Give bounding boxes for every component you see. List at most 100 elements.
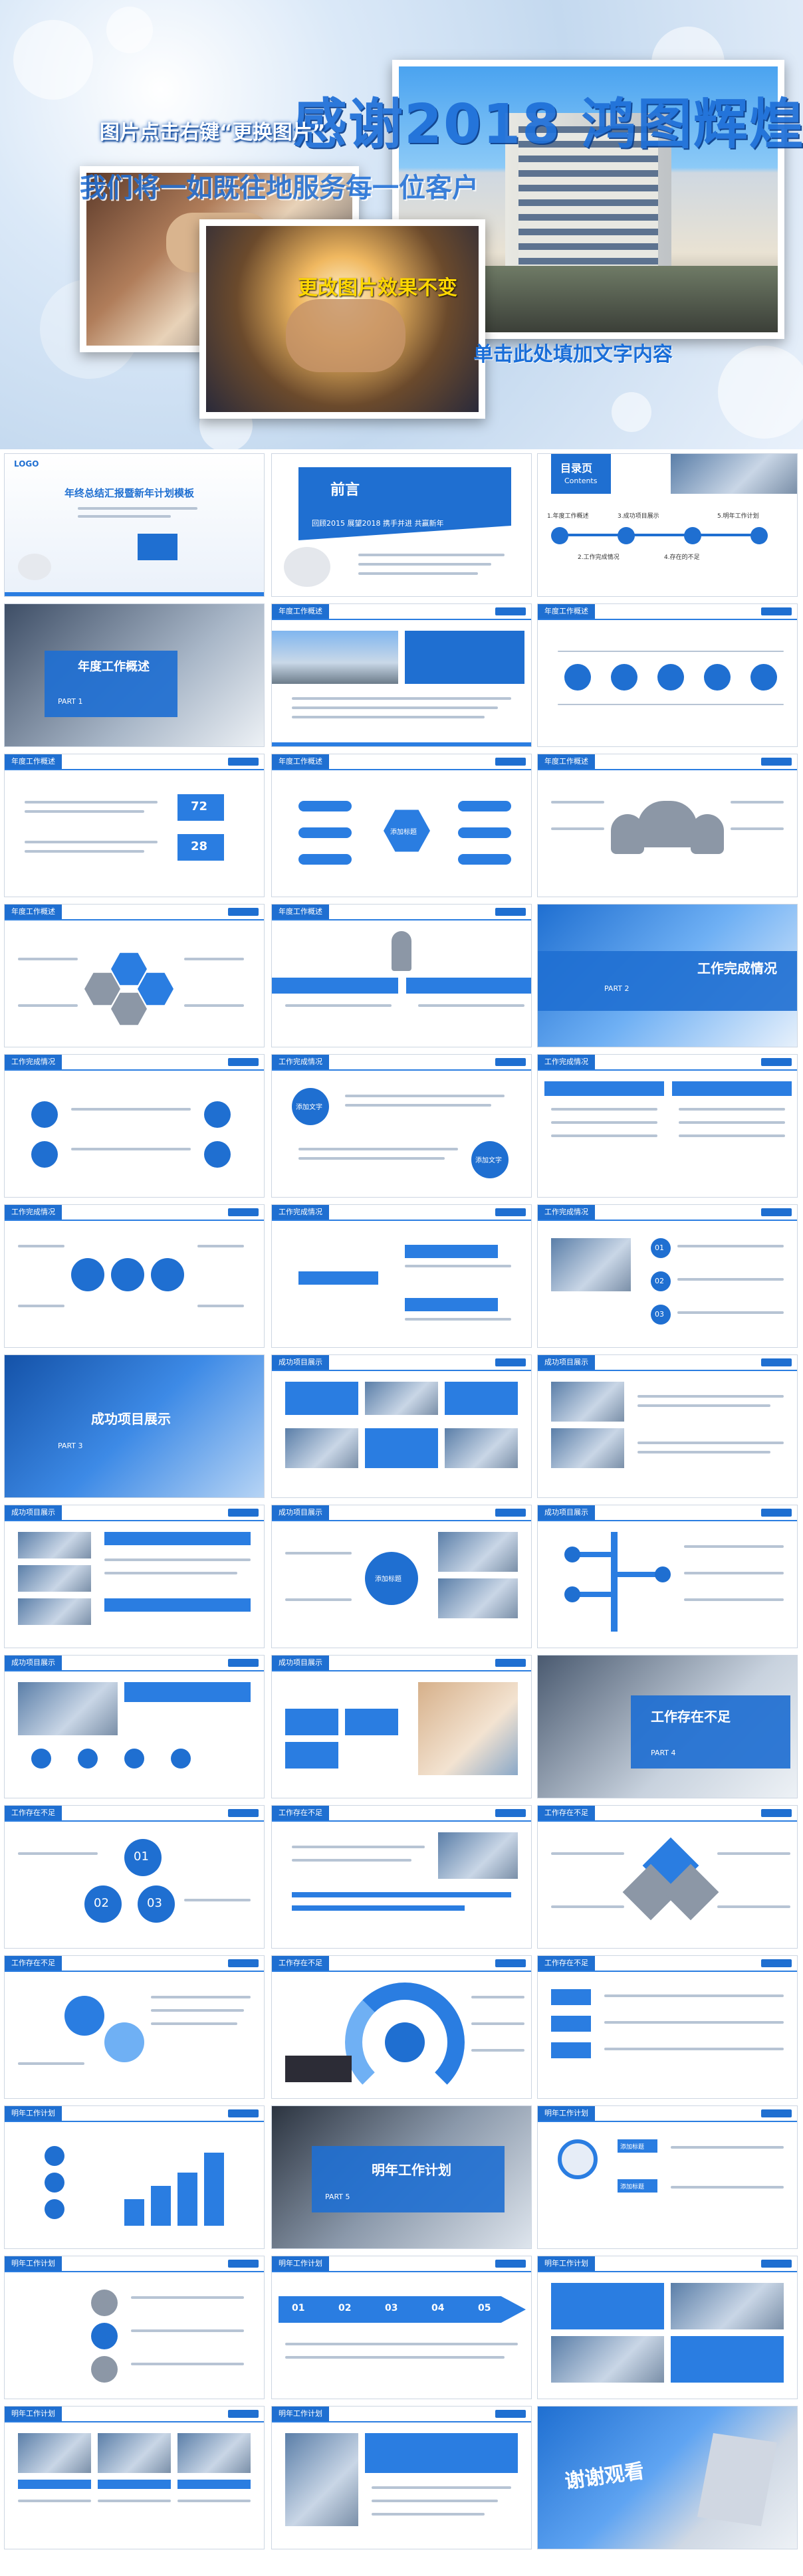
hero-title: 感谢2018 鸿图辉煌 bbox=[292, 93, 803, 156]
contents-item-4: 4.存在的不足 bbox=[664, 554, 700, 561]
done-d-tag: 工作完成情况 bbox=[5, 1205, 62, 1220]
slide-done-d[interactable]: 工作完成情况 bbox=[4, 1204, 265, 1348]
contents-item-3: 3.成功项目展示 bbox=[618, 513, 659, 520]
short-a-02: 02 bbox=[94, 1896, 109, 1910]
short-b-tag: 工作存在不足 bbox=[272, 1806, 329, 1820]
contents-item-2: 2.工作完成情况 bbox=[578, 554, 620, 561]
hero-banner: 感谢2018 鸿图辉煌 图片点击右键“更换图片” 我们将一如既往地服务每一位客户… bbox=[0, 0, 803, 449]
overview-d-tag: 年度工作概述 bbox=[272, 754, 329, 769]
overview-b-tag: 年度工作概述 bbox=[538, 604, 595, 619]
hero-photo-team bbox=[199, 219, 485, 419]
plan-a-tag: 明年工作计划 bbox=[5, 2106, 62, 2121]
plan-d-tag: 明年工作计划 bbox=[272, 2256, 329, 2271]
percent-72: 72 bbox=[191, 800, 208, 813]
done-a-tag: 工作完成情况 bbox=[5, 1055, 62, 1069]
slide-part2[interactable]: 工作完成情况 PART 2 bbox=[537, 904, 798, 1047]
slide-short-e[interactable]: 工作存在不足 bbox=[271, 1955, 532, 2099]
part5-tag: PART 5 bbox=[325, 2193, 350, 2201]
contents-sub: Contents bbox=[564, 477, 598, 485]
slide-plan-f[interactable]: 明年工作计划 bbox=[4, 2406, 265, 2549]
slide-overview-c[interactable]: 年度工作概述 72 28 bbox=[4, 754, 265, 897]
part3-title: 成功项目展示 bbox=[91, 1411, 171, 1427]
slide-overview-a[interactable]: 年度工作概述 bbox=[271, 603, 532, 747]
done-f-03: 03 bbox=[655, 1310, 664, 1319]
slide-part4[interactable]: 工作存在不足 PART 4 bbox=[537, 1655, 798, 1798]
slide-projects-c[interactable]: 成功项目展示 bbox=[4, 1505, 265, 1648]
slide-preface[interactable]: 前言 回顾2015 展望2018 携手并进 共赢新年 bbox=[271, 453, 532, 597]
plan-d-step-3: 03 bbox=[385, 2303, 398, 2313]
hero-caption: 单击此处填加文字内容 bbox=[473, 343, 673, 366]
plan-b-add-title-2: 添加标题 bbox=[620, 2184, 645, 2191]
short-e-tag: 工作存在不足 bbox=[272, 1956, 329, 1971]
slide-plan-b[interactable]: 明年工作计划 添加标题 添加标题 bbox=[537, 2105, 798, 2249]
slide-overview-e[interactable]: 年度工作概述 bbox=[537, 754, 798, 897]
short-f-tag: 工作存在不足 bbox=[538, 1956, 595, 1971]
slide-short-f[interactable]: 工作存在不足 bbox=[537, 1955, 798, 2099]
slide-short-a[interactable]: 工作存在不足 01 02 03 bbox=[4, 1805, 265, 1949]
projects-b-tag: 成功项目展示 bbox=[538, 1355, 595, 1370]
slide-done-a[interactable]: 工作完成情况 bbox=[4, 1054, 265, 1198]
slide-plan-c[interactable]: 明年工作计划 bbox=[4, 2256, 265, 2399]
done-c-tag: 工作完成情况 bbox=[538, 1055, 595, 1069]
logo-text: LOGO bbox=[14, 459, 39, 469]
slide-done-e[interactable]: 工作完成情况 bbox=[271, 1204, 532, 1348]
projects-d-tag: 成功项目展示 bbox=[272, 1505, 329, 1520]
overview-g-tag: 年度工作概述 bbox=[272, 905, 329, 919]
plan-c-tag: 明年工作计划 bbox=[5, 2256, 62, 2271]
slide-part3[interactable]: 成功项目展示 PART 3 bbox=[4, 1354, 265, 1498]
overview-a-tag: 年度工作概述 bbox=[272, 604, 329, 619]
slide-part5[interactable]: 明年工作计划 PART 5 bbox=[271, 2105, 532, 2249]
slide-contents[interactable]: 目录页 Contents 1.年度工作概述 3.成功项目展示 5.明年工作计划 … bbox=[537, 453, 798, 597]
part4-title: 工作存在不足 bbox=[651, 1709, 731, 1725]
plan-e-tag: 明年工作计划 bbox=[538, 2256, 595, 2271]
slide-part1[interactable]: 年度工作概述 PART 1 bbox=[4, 603, 265, 747]
plan-b-tag: 明年工作计划 bbox=[538, 2106, 595, 2121]
slide-plan-d[interactable]: 明年工作计划 01 02 03 04 05 bbox=[271, 2256, 532, 2399]
slide-projects-a[interactable]: 成功项目展示 bbox=[271, 1354, 532, 1498]
part2-title: 工作完成情况 bbox=[697, 960, 777, 976]
plan-g-tag: 明年工作计划 bbox=[272, 2407, 329, 2421]
projects-f-tag: 成功项目展示 bbox=[5, 1656, 62, 1670]
short-a-tag: 工作存在不足 bbox=[5, 1806, 62, 1820]
slide-plan-e[interactable]: 明年工作计划 bbox=[537, 2256, 798, 2399]
slide-overview-f[interactable]: 年度工作概述 bbox=[4, 904, 265, 1047]
page: 感谢2018 鸿图辉煌 图片点击右键“更换图片” 我们将一如既往地服务每一位客户… bbox=[0, 0, 803, 2576]
short-d-tag: 工作存在不足 bbox=[5, 1956, 62, 1971]
plan-d-step-1: 01 bbox=[292, 2303, 305, 2313]
projects-g-tag: 成功项目展示 bbox=[272, 1656, 329, 1670]
part1-tag: PART 1 bbox=[58, 697, 83, 706]
slide-done-f[interactable]: 工作完成情况 01 02 03 bbox=[537, 1204, 798, 1348]
projects-d-add-title: 添加标题 bbox=[375, 1576, 402, 1583]
slide-projects-g[interactable]: 成功项目展示 bbox=[271, 1655, 532, 1798]
part3-tag: PART 3 bbox=[58, 1442, 83, 1450]
preface-title: 前言 bbox=[330, 482, 360, 498]
done-e-tag: 工作完成情况 bbox=[272, 1205, 329, 1220]
projects-e-tag: 成功项目展示 bbox=[538, 1505, 595, 1520]
slide-plan-g[interactable]: 明年工作计划 bbox=[271, 2406, 532, 2549]
slide-plan-a[interactable]: 明年工作计划 bbox=[4, 2105, 265, 2249]
done-add-text-2: 添加文字 bbox=[475, 1157, 502, 1164]
slide-overview-b[interactable]: 年度工作概述 bbox=[537, 603, 798, 747]
short-a-03: 03 bbox=[147, 1896, 162, 1910]
slide-thanks[interactable]: 谢谢观看 bbox=[537, 2406, 798, 2549]
slide-done-b[interactable]: 工作完成情况 添加文字 添加文字 bbox=[271, 1054, 532, 1198]
slide-short-d[interactable]: 工作存在不足 bbox=[4, 1955, 265, 2099]
slide-short-b[interactable]: 工作存在不足 bbox=[271, 1805, 532, 1949]
projects-a-tag: 成功项目展示 bbox=[272, 1355, 329, 1370]
slide-projects-b[interactable]: 成功项目展示 bbox=[537, 1354, 798, 1498]
slide-short-c[interactable]: 工作存在不足 bbox=[537, 1805, 798, 1949]
slide-cover[interactable]: LOGO 年终总结汇报暨新年计划模板 bbox=[4, 453, 265, 597]
hero-subtitle: 我们将一如既往地服务每一位客户 bbox=[80, 173, 479, 203]
part2-tag: PART 2 bbox=[604, 984, 630, 993]
slide-projects-f[interactable]: 成功项目展示 bbox=[4, 1655, 265, 1798]
done-f-02: 02 bbox=[655, 1277, 664, 1285]
plan-d-step-2: 02 bbox=[338, 2303, 352, 2313]
slide-done-c[interactable]: 工作完成情况 bbox=[537, 1054, 798, 1198]
done-b-tag: 工作完成情况 bbox=[272, 1055, 329, 1069]
slide-overview-g[interactable]: 年度工作概述 bbox=[271, 904, 532, 1047]
projects-c-tag: 成功项目展示 bbox=[5, 1505, 62, 1520]
slide-projects-e[interactable]: 成功项目展示 bbox=[537, 1505, 798, 1648]
slide-overview-d[interactable]: 年度工作概述 添加标题 bbox=[271, 754, 532, 897]
slide-projects-d[interactable]: 成功项目展示 添加标题 bbox=[271, 1505, 532, 1648]
part4-tag: PART 4 bbox=[651, 1749, 676, 1757]
